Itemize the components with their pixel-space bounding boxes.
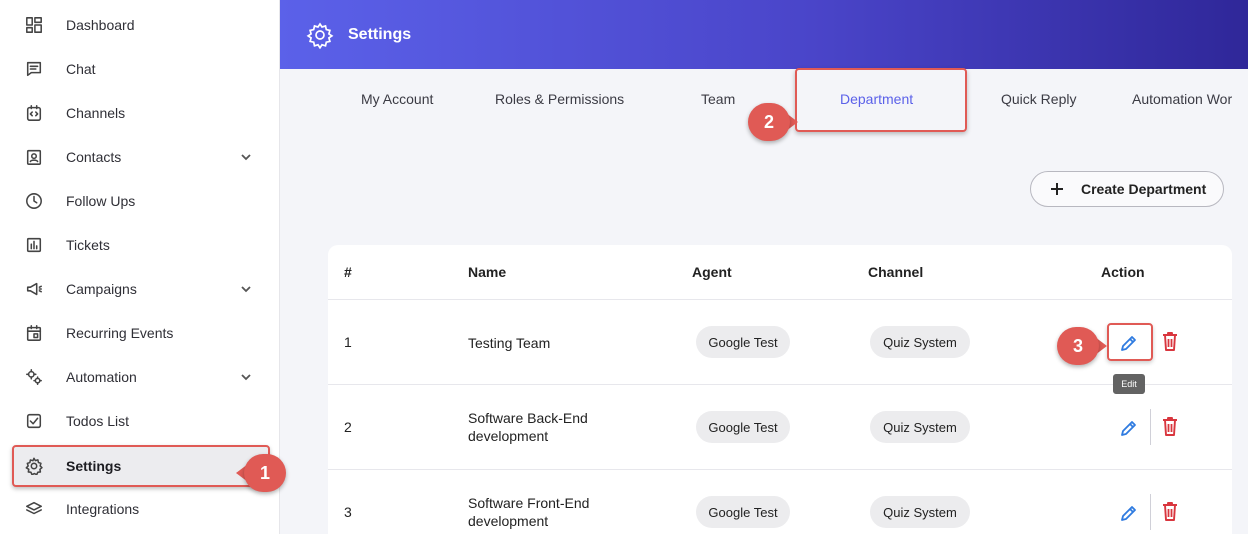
row-name: Testing Team (468, 335, 551, 351)
layers-icon (24, 499, 44, 519)
chevron-down-icon[interactable] (240, 282, 254, 296)
callout-3: 3 (1057, 327, 1107, 365)
sidebar-item-integrations[interactable]: Integrations (14, 490, 266, 528)
tab-quick-reply[interactable]: Quick Reply (1001, 91, 1076, 107)
sidebar-item-dashboard[interactable]: Dashboard (14, 6, 266, 44)
sidebar-item-label: Channels (66, 105, 126, 121)
sidebar-item-label: Todos List (66, 413, 130, 429)
tab-roles-permissions[interactable]: Roles & Permissions (495, 91, 624, 107)
agent-chip: Google Test (696, 496, 790, 528)
column-header-channel: Channel (868, 264, 924, 280)
sidebar-item-automation[interactable]: Automation (14, 358, 266, 396)
sidebar-item-label: Campaigns (66, 281, 137, 297)
sidebar-item-contacts[interactable]: Contacts (14, 138, 266, 176)
megaphone-icon (24, 279, 44, 299)
trash-icon[interactable] (1160, 415, 1182, 439)
row-number: 2 (344, 419, 352, 435)
edit-icon[interactable] (1116, 415, 1142, 441)
calendar-icon (24, 323, 44, 343)
checkbox-icon (24, 411, 44, 431)
channels-icon (24, 103, 44, 123)
callout-3-number: 3 (1057, 327, 1099, 365)
contacts-icon (24, 147, 44, 167)
callout-2: 2 (748, 103, 798, 141)
tickets-icon (24, 235, 44, 255)
tab-highlight-box (795, 68, 967, 132)
column-header-name: Name (468, 264, 507, 280)
page-header: Settings (280, 0, 1248, 69)
edit-tooltip: Edit (1113, 374, 1145, 394)
sidebar-item-recurring-events[interactable]: Recurring Events (14, 314, 266, 352)
sidebar-item-campaigns[interactable]: Campaigns (14, 270, 266, 308)
channel-chip: Quiz System (870, 411, 970, 443)
channel-chip: Quiz System (870, 326, 970, 358)
sidebar-item-label: Recurring Events (66, 325, 174, 341)
table-row: 2 Software Back-End development Google T… (328, 384, 1232, 469)
page-title: Settings (348, 25, 412, 43)
action-divider (1150, 409, 1151, 445)
trash-icon[interactable] (1160, 500, 1182, 524)
chevron-down-icon[interactable] (240, 370, 254, 384)
action-divider (1150, 494, 1151, 530)
sidebar-item-settings[interactable]: Settings (12, 445, 270, 487)
gear-icon (24, 456, 44, 476)
gear-icon (306, 21, 334, 49)
sidebar-item-label: Tickets (66, 237, 110, 253)
callout-1: 1 (236, 454, 286, 492)
row-name: Software Back-End development (468, 410, 588, 444)
sidebar-item-todos-list[interactable]: Todos List (14, 402, 266, 440)
trash-icon[interactable] (1160, 330, 1182, 354)
sidebar-item-label: Automation (66, 369, 137, 385)
edit-highlight-box (1107, 323, 1153, 361)
edit-icon[interactable] (1116, 500, 1142, 526)
departments-table: # Name Agent Channel Action 1 Testing Te… (328, 245, 1232, 534)
sidebar-item-label: Integrations (66, 501, 140, 517)
agent-chip: Google Test (696, 411, 790, 443)
create-department-button[interactable]: Create Department (1030, 171, 1224, 207)
row-number: 3 (344, 504, 352, 520)
sidebar-item-tickets[interactable]: Tickets (14, 226, 266, 264)
channel-chip: Quiz System (870, 496, 970, 528)
column-header-action: Action (1101, 264, 1145, 280)
sidebar-item-label: Contacts (66, 149, 122, 165)
sidebar-item-channels[interactable]: Channels (14, 94, 266, 132)
row-name: Software Front-End development (468, 495, 590, 529)
column-header-agent: Agent (692, 264, 732, 280)
chat-icon (24, 59, 44, 79)
callout-1-number: 1 (244, 454, 286, 492)
dashboard-icon (24, 15, 44, 35)
agent-chip: Google Test (696, 326, 790, 358)
sidebar-item-follow-ups[interactable]: Follow Ups (14, 182, 266, 220)
tab-automation-workflow[interactable]: Automation Wor (1132, 91, 1232, 107)
create-department-label: Create Department (1081, 181, 1207, 197)
sidebar-item-label: Dashboard (66, 17, 135, 33)
tab-my-account[interactable]: My Account (361, 91, 433, 107)
sidebar-item-label: Settings (66, 458, 122, 474)
row-number: 1 (344, 334, 352, 350)
plus-icon (1049, 181, 1065, 197)
sidebar-item-chat[interactable]: Chat (14, 50, 266, 88)
chevron-down-icon[interactable] (240, 150, 254, 164)
table-row: 3 Software Front-End development Google … (328, 469, 1232, 534)
sidebar-item-label: Follow Ups (66, 193, 136, 209)
column-header-num: # (344, 264, 352, 280)
sidebar-item-label: Chat (66, 61, 96, 77)
tab-team[interactable]: Team (701, 91, 735, 107)
gears-icon (24, 367, 44, 387)
clock-icon (24, 191, 44, 211)
callout-2-number: 2 (748, 103, 790, 141)
